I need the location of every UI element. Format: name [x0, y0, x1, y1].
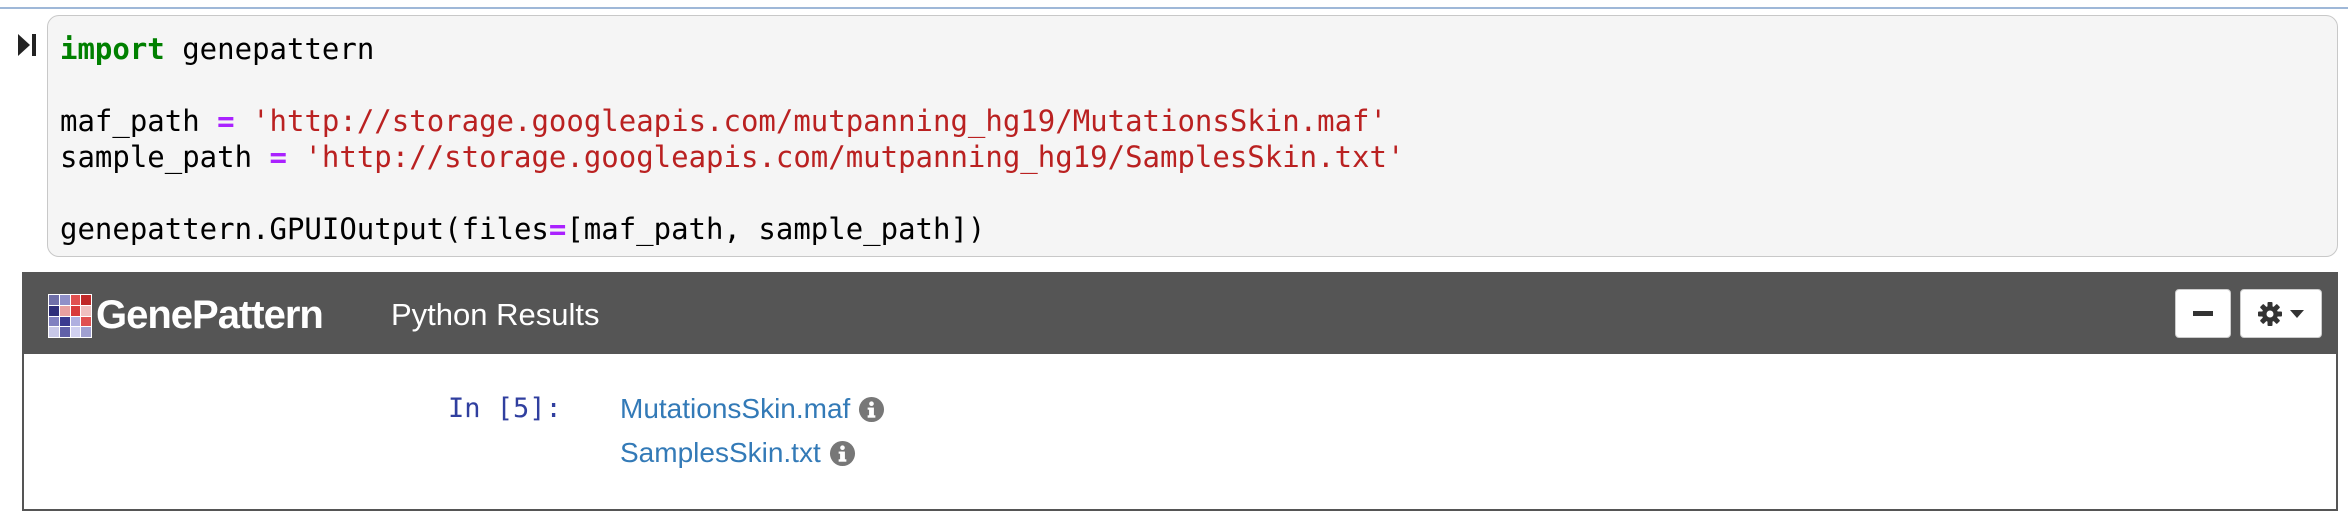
code-variable: sample_path	[60, 140, 253, 174]
minus-icon	[2193, 310, 2213, 316]
genepattern-logo-icon	[48, 294, 92, 338]
code-operator: =	[269, 140, 287, 174]
code-string: 'http://storage.googleapis.com/mutpannin…	[252, 104, 1387, 138]
file-link-mutations-maf[interactable]: MutationsSkin.maf	[620, 393, 850, 425]
code-string: 'http://storage.googleapis.com/mutpannin…	[304, 140, 1405, 174]
genepattern-output-widget: GenePattern Python Results In [5]: Mutat…	[22, 272, 2338, 511]
code-call: genepattern.GPUIOutput(files	[60, 212, 549, 246]
info-circle-icon[interactable]	[858, 396, 885, 423]
code-variable: maf_path	[60, 104, 200, 138]
code-call-args: [maf_path, sample_path])	[566, 212, 986, 246]
code-text: genepattern	[164, 32, 375, 66]
run-cell-icon[interactable]	[16, 30, 40, 60]
code-line-sample-path: sample_path = 'http://storage.googleapis…	[60, 139, 1404, 175]
code-operator: =	[548, 212, 567, 246]
gear-icon	[2258, 301, 2282, 326]
notebook-top-border	[0, 0, 2348, 9]
minimize-button[interactable]	[2175, 289, 2231, 338]
info-circle-icon[interactable]	[829, 440, 856, 467]
output-prompt: In [5]:	[448, 393, 562, 424]
file-row: SamplesSkin.txt	[620, 434, 856, 472]
genepattern-logo-text: GenePattern	[96, 293, 324, 337]
code-keyword: import	[60, 32, 165, 66]
file-link-samples-txt[interactable]: SamplesSkin.txt	[620, 437, 821, 469]
code-line-gpuioutput: genepattern.GPUIOutput(files=[maf_path, …	[60, 211, 985, 247]
caret-down-icon	[2290, 309, 2304, 318]
code-operator: =	[217, 104, 235, 138]
widget-header: GenePattern Python Results	[24, 274, 2336, 354]
code-line-import: import genepattern	[60, 31, 374, 67]
file-row: MutationsSkin.maf	[620, 390, 885, 428]
settings-dropdown-button[interactable]	[2240, 289, 2322, 338]
code-line-maf-path: maf_path = 'http://storage.googleapis.co…	[60, 103, 1387, 139]
widget-title: Python Results	[391, 297, 600, 332]
